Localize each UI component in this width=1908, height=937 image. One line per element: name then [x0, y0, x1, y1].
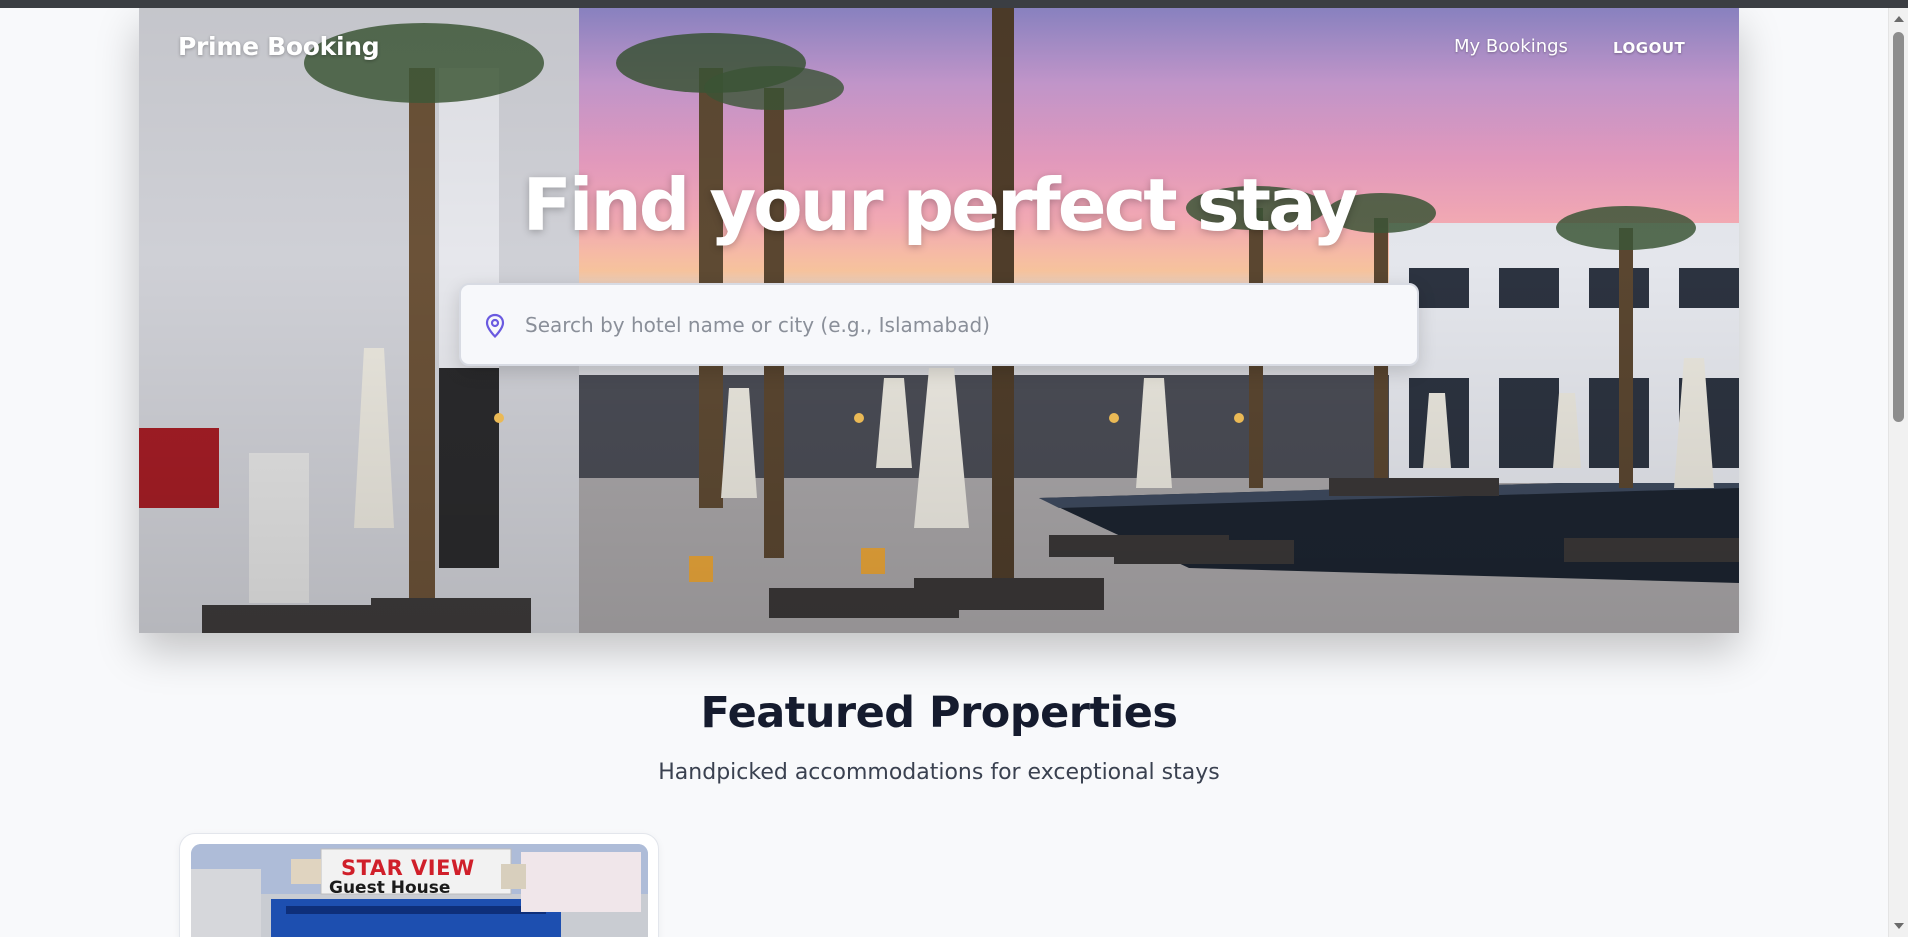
- featured-properties-title: Featured Properties: [700, 688, 1178, 738]
- hero-banner: Prime Booking My Bookings LOGOUT Find yo…: [139, 8, 1739, 633]
- featured-properties-subtitle: Handpicked accommodations for exceptiona…: [658, 760, 1220, 785]
- search-input[interactable]: [525, 305, 1385, 345]
- nav-my-bookings-link[interactable]: My Bookings: [1454, 36, 1568, 57]
- card-sign-subtitle: Guest House: [329, 878, 451, 898]
- property-card-image[interactable]: STAR VIEW Guest House: [191, 844, 648, 937]
- map-pin-icon: [485, 313, 505, 339]
- search-box[interactable]: [459, 283, 1419, 366]
- top-nav: Prime Booking My Bookings LOGOUT: [139, 8, 1739, 88]
- scroll-down-arrow-icon[interactable]: [1894, 923, 1904, 929]
- nav-logout-button[interactable]: LOGOUT: [1613, 39, 1685, 57]
- brand-logo-text[interactable]: Prime Booking: [178, 32, 380, 61]
- page: Prime Booking My Bookings LOGOUT Find yo…: [0, 8, 1888, 937]
- scrollbar-thumb[interactable]: [1893, 32, 1904, 422]
- hero-title: Find your perfect stay: [522, 163, 1359, 247]
- card-sign-title: STAR VIEW: [341, 856, 475, 880]
- browser-top-bar: [0, 0, 1908, 8]
- scroll-up-arrow-icon[interactable]: [1894, 16, 1904, 22]
- page-scrollbar[interactable]: [1888, 8, 1908, 937]
- property-card[interactable]: STAR VIEW Guest House: [179, 833, 659, 937]
